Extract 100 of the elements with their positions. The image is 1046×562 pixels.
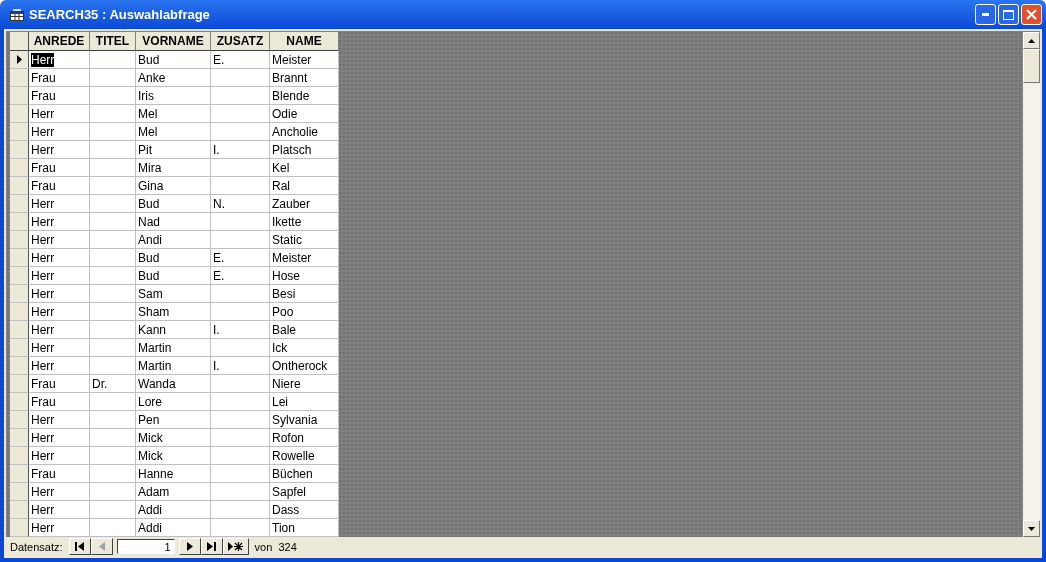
column-header[interactable]: VORNAME — [136, 32, 211, 51]
table-cell: E. — [211, 51, 270, 69]
table-cell: Kel — [270, 159, 339, 177]
minimize-icon — [982, 13, 989, 16]
last-record-button[interactable] — [200, 538, 223, 555]
table-cell: Bud — [136, 195, 211, 213]
up-arrow-icon — [1028, 38, 1035, 43]
scroll-up-button[interactable] — [1023, 32, 1040, 49]
maximize-icon — [1003, 9, 1014, 20]
table-cell: N. — [211, 195, 270, 213]
table-cell: Herr — [29, 195, 90, 213]
table-cell: Lei — [270, 393, 339, 411]
next-record-button[interactable] — [178, 538, 201, 555]
row-selector[interactable] — [10, 177, 29, 195]
table-cell: Herr — [29, 105, 90, 123]
table-cell — [90, 51, 136, 69]
new-record-button[interactable] — [222, 538, 249, 555]
row-selector[interactable] — [10, 519, 29, 537]
table-cell: Frau — [29, 177, 90, 195]
table-cell: Ancholie — [270, 123, 339, 141]
row-selector[interactable] — [10, 375, 29, 393]
table-cell — [90, 339, 136, 357]
column-header[interactable]: ANREDE — [29, 32, 90, 51]
first-record-button[interactable] — [68, 538, 91, 555]
table-cell — [211, 501, 270, 519]
row-selector[interactable] — [10, 501, 29, 519]
row-selector[interactable] — [10, 231, 29, 249]
row-selector[interactable] — [10, 321, 29, 339]
down-arrow-icon — [1028, 526, 1035, 531]
row-selector[interactable] — [10, 141, 29, 159]
row-selector[interactable] — [10, 429, 29, 447]
maximize-button[interactable] — [998, 4, 1019, 25]
table-cell — [211, 285, 270, 303]
column-header[interactable]: NAME — [270, 32, 339, 51]
row-selector[interactable] — [10, 51, 29, 69]
table-cell: Herr — [29, 339, 90, 357]
table-cell — [90, 411, 136, 429]
table-cell — [211, 231, 270, 249]
close-button[interactable] — [1021, 4, 1042, 25]
table-cell: Rofon — [270, 429, 339, 447]
table-cell: Zauber — [270, 195, 339, 213]
row-selector[interactable] — [10, 483, 29, 501]
table-cell — [211, 123, 270, 141]
row-selector[interactable] — [10, 249, 29, 267]
table-cell — [211, 105, 270, 123]
row-selector[interactable] — [10, 105, 29, 123]
table-cell: Frau — [29, 159, 90, 177]
column-header[interactable]: TITEL — [90, 32, 136, 51]
row-selector[interactable] — [10, 339, 29, 357]
record-number-field[interactable]: 1 — [116, 539, 175, 554]
row-selector[interactable] — [10, 213, 29, 231]
table-cell — [211, 87, 270, 105]
table-cell: Frau — [29, 69, 90, 87]
table-cell: Meister — [270, 51, 339, 69]
table-cell: Sapfel — [270, 483, 339, 501]
table-cell — [211, 213, 270, 231]
table-cell: Martin — [136, 357, 211, 375]
new-record-icon — [228, 542, 244, 551]
table-cell — [90, 141, 136, 159]
row-selector[interactable] — [10, 447, 29, 465]
table-cell: Bale — [270, 321, 339, 339]
column-header[interactable]: ZUSATZ — [211, 32, 270, 51]
table-cell: Bud — [136, 267, 211, 285]
table-cell — [90, 267, 136, 285]
table-cell: Herr — [29, 213, 90, 231]
table-cell: Frau — [29, 393, 90, 411]
row-selector[interactable] — [10, 267, 29, 285]
table-cell — [211, 483, 270, 501]
row-selector[interactable] — [10, 393, 29, 411]
table-cell: Frau — [29, 87, 90, 105]
datasheet-icon — [10, 8, 24, 21]
table-cell — [90, 213, 136, 231]
table-cell — [90, 465, 136, 483]
row-selector[interactable] — [10, 285, 29, 303]
table-cell: Static — [270, 231, 339, 249]
table-cell — [211, 375, 270, 393]
scroll-down-button[interactable] — [1023, 520, 1040, 537]
row-selector[interactable] — [10, 87, 29, 105]
table-cell: Ontherock — [270, 357, 339, 375]
row-selector[interactable] — [10, 465, 29, 483]
record-label: Datensatz: — [10, 540, 63, 553]
vertical-scrollbar[interactable] — [1023, 32, 1040, 537]
record-total: von 324 — [254, 540, 297, 553]
row-selector[interactable] — [10, 411, 29, 429]
row-selector[interactable] — [10, 303, 29, 321]
table-cell: Platsch — [270, 141, 339, 159]
table-cell: Herr — [29, 123, 90, 141]
scroll-thumb[interactable] — [1023, 49, 1040, 83]
table-cell: Sham — [136, 303, 211, 321]
table-cell: Martin — [136, 339, 211, 357]
row-selector[interactable] — [10, 159, 29, 177]
table-cell: Frau — [29, 375, 90, 393]
row-selector[interactable] — [10, 357, 29, 375]
row-selector[interactable] — [10, 195, 29, 213]
table-cell — [90, 105, 136, 123]
table-cell: Anke — [136, 69, 211, 87]
row-selector[interactable] — [10, 69, 29, 87]
row-selector[interactable] — [10, 123, 29, 141]
table-cell: Odie — [270, 105, 339, 123]
minimize-button[interactable] — [975, 4, 996, 25]
